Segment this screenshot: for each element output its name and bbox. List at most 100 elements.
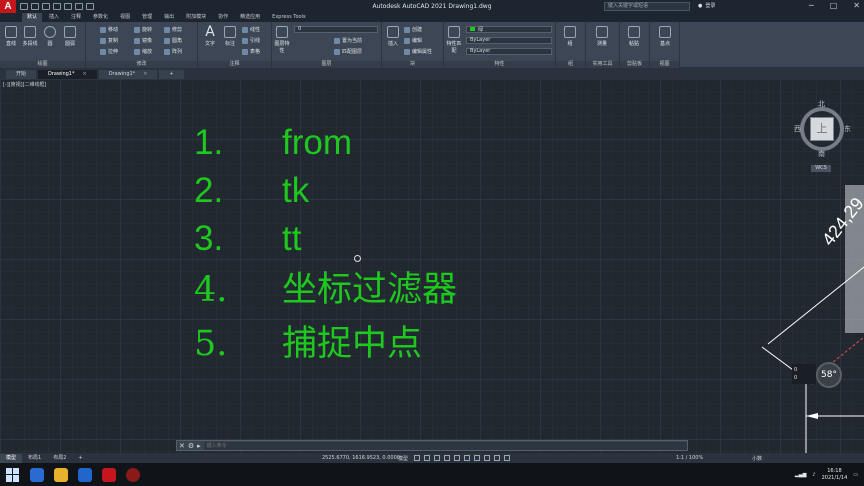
close-tab-icon[interactable]: × (143, 71, 147, 77)
open-icon[interactable] (31, 3, 39, 10)
properties-group-label[interactable]: 特性 (444, 61, 555, 68)
circle-button[interactable]: 圆 (42, 26, 58, 47)
file-explorer-icon[interactable] (54, 467, 68, 482)
scale-button[interactable]: 缩放 (134, 48, 152, 55)
new-icon[interactable] (20, 3, 28, 10)
maximize-icon[interactable]: □ (830, 1, 838, 10)
command-input[interactable] (203, 441, 687, 450)
coordinates-readout[interactable]: 2525.6770, 1616.9523, 0.0000 (322, 455, 400, 461)
trim-button[interactable]: 修剪 (164, 26, 182, 33)
ribbon-tab-home[interactable]: 默认 (22, 13, 43, 22)
ribbon-tab-featured[interactable]: 精选应用 (235, 13, 265, 22)
ribbon-tab-express[interactable]: Express Tools (267, 13, 310, 22)
annotation-scale-icon[interactable] (504, 455, 510, 461)
stretch-button[interactable]: 拉伸 (100, 48, 118, 55)
search-input[interactable]: 键入关键字或短语 (604, 2, 690, 11)
otrack-icon[interactable] (464, 455, 470, 461)
measure-button[interactable]: 测量 (594, 26, 610, 47)
osnap-icon[interactable] (454, 455, 460, 461)
save-icon[interactable] (42, 3, 50, 10)
text-button[interactable]: A 文字 (202, 25, 218, 47)
utilities-group-label[interactable]: 实用工具 (586, 61, 619, 68)
close-icon[interactable]: ✕ (853, 1, 860, 10)
clipboard-group-label[interactable]: 剪贴板 (620, 61, 649, 68)
array-button[interactable]: 阵列 (164, 48, 182, 55)
model-space-toggle[interactable]: 模型 (398, 455, 408, 462)
new-tab-button[interactable]: + (159, 70, 184, 79)
ribbon-tab-addins[interactable]: 附加模块 (181, 13, 211, 22)
ribbon-tab-manage[interactable]: 管理 (137, 13, 157, 22)
annotation-scale[interactable]: 1:1 / 100% (676, 455, 703, 461)
undo-icon[interactable] (75, 3, 83, 10)
autocad-taskbar-icon[interactable] (102, 467, 116, 482)
ribbon-tab-annotate[interactable]: 注释 (66, 13, 86, 22)
polar-icon[interactable] (444, 455, 450, 461)
layout-tab-2[interactable]: 布局2 (47, 454, 72, 463)
base-view-button[interactable]: 基点 (657, 26, 673, 47)
close-tab-icon[interactable]: × (83, 71, 87, 77)
clock[interactable]: 16:18 2021/1/14 (822, 468, 848, 482)
close-icon[interactable]: ✕ (179, 442, 185, 450)
dimension-button[interactable]: 标注 (222, 26, 238, 47)
units-label[interactable]: 小数 (752, 455, 762, 462)
ribbon-tab-parametric[interactable]: 参数化 (88, 13, 113, 22)
linear-button[interactable]: 线性 (242, 26, 260, 33)
move-button[interactable]: 移动 (100, 26, 118, 33)
doc-tab-drawing1-copy[interactable]: Drawing1* × (98, 70, 158, 79)
create-block-button[interactable]: 创建 (404, 26, 422, 33)
match-layer-button[interactable]: 匹配图层 (334, 48, 362, 55)
recorder-icon[interactable] (126, 467, 140, 482)
lineweight-icon[interactable] (474, 455, 480, 461)
block-group-label[interactable]: 块 (382, 61, 443, 68)
snap-icon[interactable] (424, 455, 430, 461)
fillet-button[interactable]: 圆角 (164, 37, 182, 44)
plot-icon[interactable] (64, 3, 72, 10)
modify-group-label[interactable]: 修改 (86, 61, 197, 68)
store-icon[interactable] (78, 467, 92, 482)
wrench-icon[interactable]: ⚙ (188, 442, 194, 450)
table-button[interactable]: 表格 (242, 48, 260, 55)
layout-tab-1[interactable]: 布局1 (22, 454, 47, 463)
transparency-icon[interactable] (484, 455, 490, 461)
lineweight-dropdown[interactable]: ByLayer (466, 48, 552, 55)
autocad-logo-icon[interactable]: A (0, 0, 16, 13)
leader-button[interactable]: 引线 (242, 37, 260, 44)
set-current-button[interactable]: 置为当前 (334, 37, 362, 44)
grid-icon[interactable] (414, 455, 420, 461)
ribbon-tab-output[interactable]: 输出 (159, 13, 179, 22)
ortho-icon[interactable] (434, 455, 440, 461)
ribbon-tab-insert[interactable]: 插入 (44, 13, 64, 22)
match-properties-button[interactable]: 特性匹配 (446, 26, 462, 54)
insert-button[interactable]: 插入 (385, 26, 401, 47)
add-layout-button[interactable]: + (72, 454, 88, 463)
draw-group-label[interactable]: 绘图 (0, 61, 85, 68)
windows-start-icon[interactable] (6, 467, 20, 482)
save-as-icon[interactable] (53, 3, 61, 10)
notification-icon[interactable]: ▭ (853, 472, 858, 478)
arc-button[interactable]: 圆弧 (62, 26, 78, 47)
groups-group-label[interactable]: 组 (556, 61, 585, 68)
line-button[interactable]: 直线 (3, 26, 19, 47)
ribbon-tab-collaborate[interactable]: 协作 (213, 13, 233, 22)
color-dropdown[interactable]: 绿 (466, 26, 552, 33)
edit-block-button[interactable]: 编辑 (404, 37, 422, 44)
command-history-icon[interactable]: ▸ (197, 442, 201, 450)
polyline-button[interactable]: 多段线 (22, 26, 38, 47)
selection-cycling-icon[interactable] (494, 455, 500, 461)
layer-dropdown[interactable]: 0 (294, 26, 378, 33)
copy-button[interactable]: 复制 (100, 37, 118, 44)
edge-icon[interactable] (30, 467, 44, 482)
network-icon[interactable]: ▂▄▆ (795, 472, 807, 478)
view-group-label[interactable]: 视图 (650, 61, 679, 68)
volume-icon[interactable]: ♪ (812, 472, 815, 478)
mirror-button[interactable]: 镜像 (134, 37, 152, 44)
linetype-dropdown[interactable]: ByLayer (466, 37, 552, 44)
doc-tab-start[interactable]: 开始 (6, 70, 37, 79)
minimize-icon[interactable]: ─ (809, 1, 814, 10)
edit-attribute-button[interactable]: 编辑属性 (404, 48, 432, 55)
group-button[interactable]: 组 (562, 26, 578, 47)
layer-properties-button[interactable]: 图层特性 (274, 26, 290, 54)
layout-tab-model[interactable]: 模型 (0, 453, 23, 463)
redo-icon[interactable] (86, 3, 94, 10)
ribbon-tab-view[interactable]: 视图 (115, 13, 135, 22)
